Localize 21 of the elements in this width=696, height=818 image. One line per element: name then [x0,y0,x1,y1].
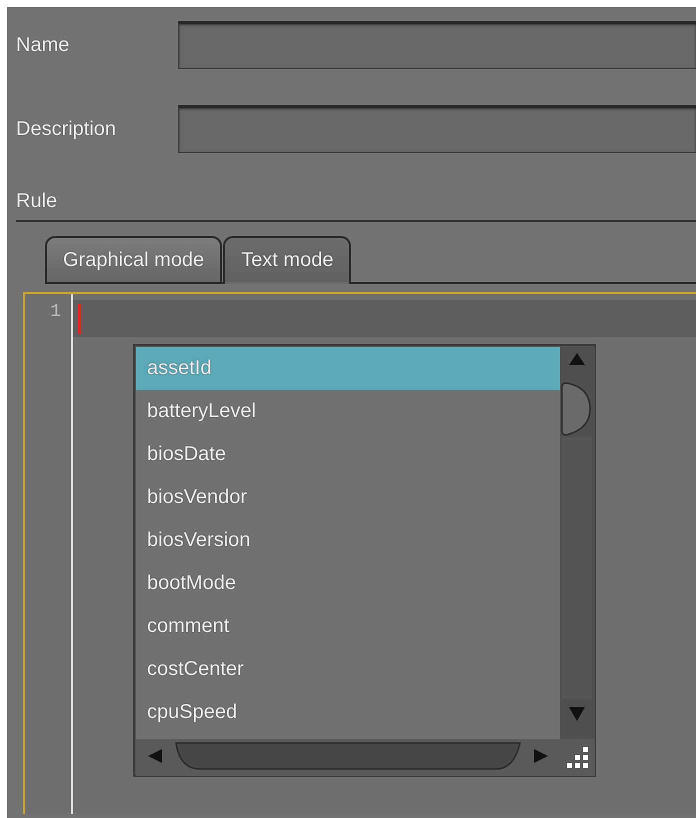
section-label: Rule [15,189,58,214]
field-label: Name [15,34,70,56]
input-field[interactable] [178,105,696,153]
tab[interactable]: Text mode [223,236,352,284]
completion-item[interactable]: biosDate [136,433,560,476]
horizontal-scrollbar[interactable] [136,739,560,776]
completion-item[interactable]: comment [136,605,560,648]
resize-grip-icon[interactable] [566,746,588,768]
completion-item[interactable]: batteryLevel [136,390,560,433]
completion-item[interactable]: biosVendor [136,476,560,519]
tab[interactable]: Graphical mode [45,236,222,284]
completion-item[interactable]: bootMode [136,562,560,605]
text-cursor [78,304,81,334]
completion-item[interactable]: assetId [136,347,560,390]
line-number: 1 [50,302,62,322]
input-field[interactable] [178,21,696,69]
completion-item[interactable]: cpuSpeed [136,691,560,734]
completion-item[interactable]: costCenter [136,648,560,691]
completion-item[interactable]: biosVersion [136,519,560,562]
code-editor[interactable]: 1 assetId batteryLevel biosDate biosVendor biosVersion bootMode comment costCenter cpuSpeed [23,292,696,814]
field-label: Description [15,118,118,140]
